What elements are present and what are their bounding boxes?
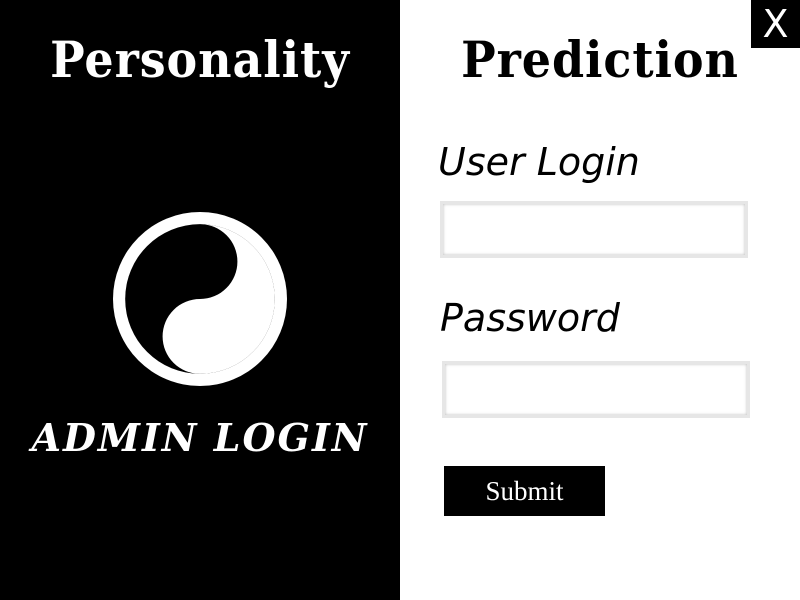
password-label: Password bbox=[440, 296, 620, 340]
right-panel: Prediction User Login Password Submit bbox=[400, 0, 800, 600]
login-window: Personality ADMIN LOGIN Prediction User … bbox=[0, 0, 800, 600]
left-panel: Personality ADMIN LOGIN bbox=[0, 0, 400, 600]
close-button[interactable]: X bbox=[751, 0, 800, 48]
user-login-label: User Login bbox=[438, 140, 640, 184]
title-prediction: Prediction bbox=[461, 30, 739, 89]
password-input[interactable] bbox=[442, 361, 750, 418]
title-personality: Personality bbox=[50, 30, 350, 89]
user-login-input[interactable] bbox=[440, 201, 748, 258]
yin-yang-icon bbox=[113, 212, 287, 386]
submit-button[interactable]: Submit bbox=[444, 466, 605, 516]
admin-login-label: ADMIN LOGIN bbox=[31, 415, 369, 460]
